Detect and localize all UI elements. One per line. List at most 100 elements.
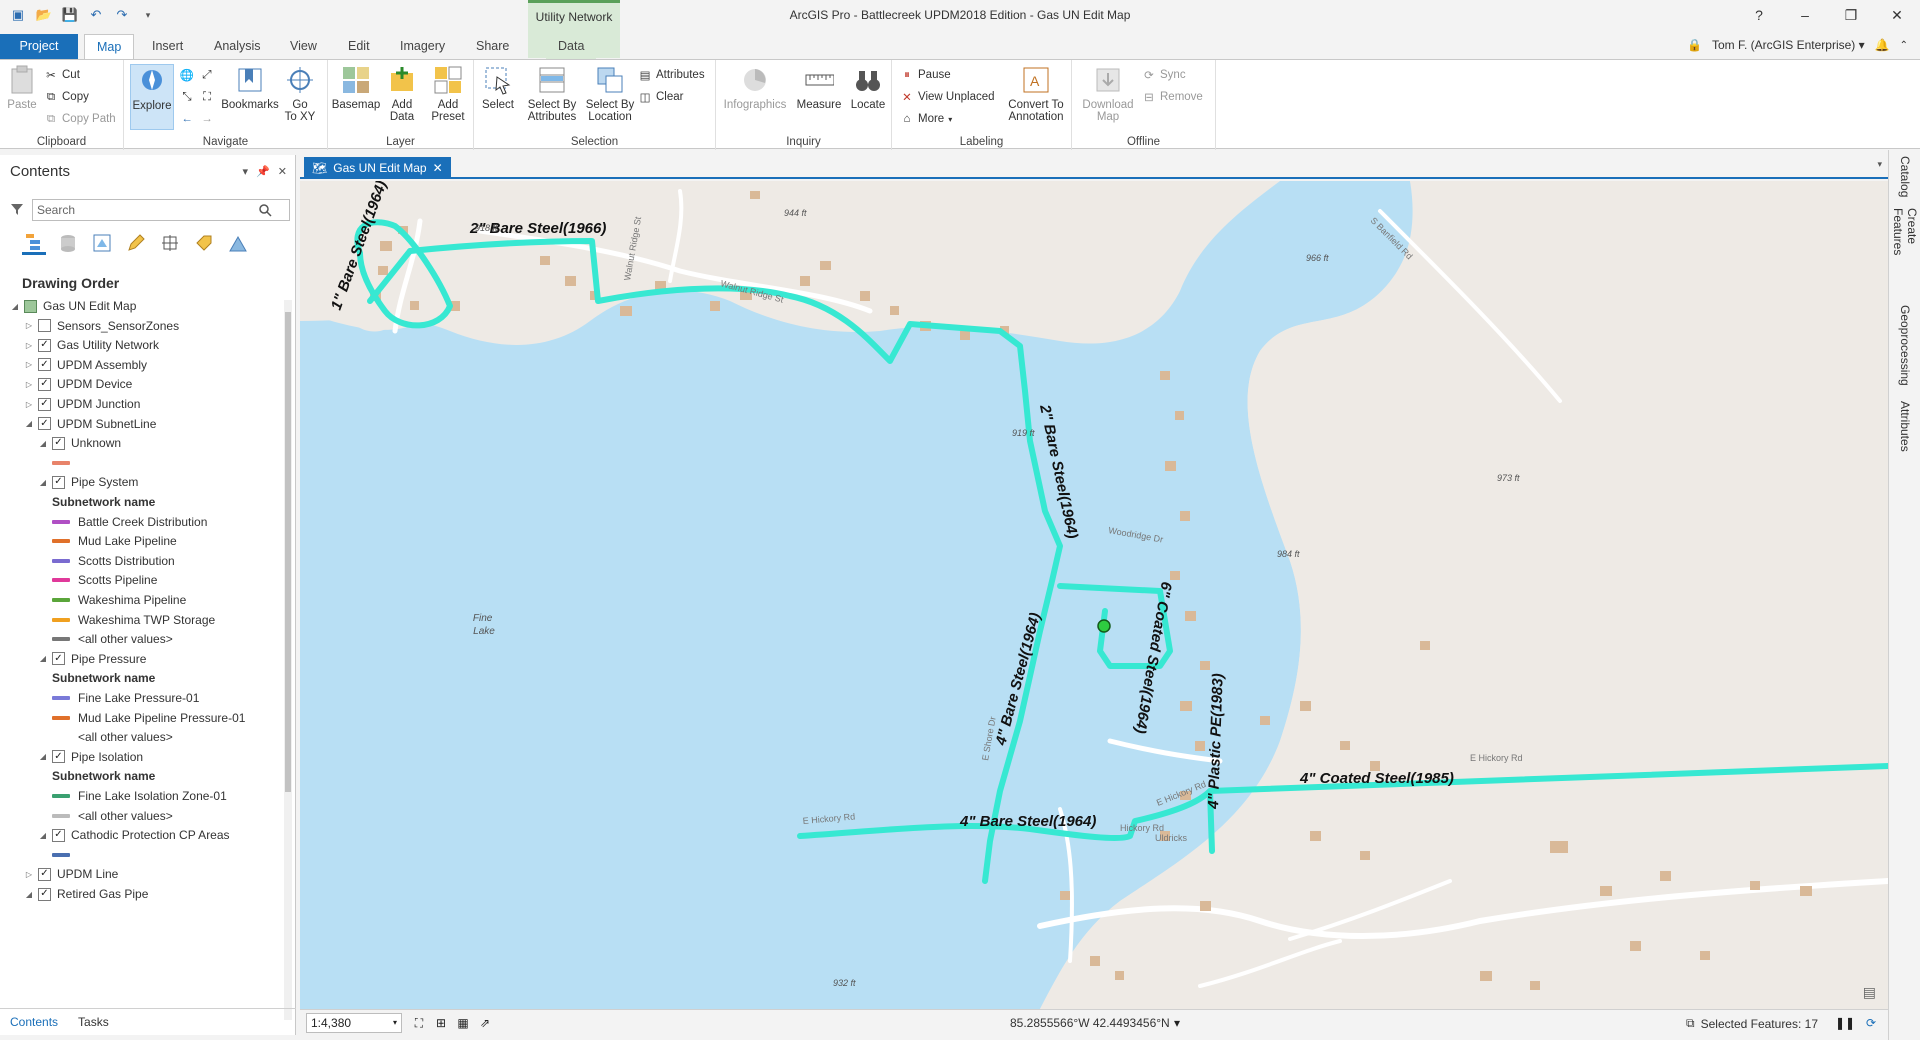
layer-visibility-checkbox[interactable]: ✓ bbox=[52, 475, 65, 489]
select-by-attributes-button[interactable]: Select By Attributes bbox=[524, 64, 580, 123]
copy-path-button[interactable]: ⧉ Copy Path bbox=[44, 110, 116, 128]
layer-row[interactable]: ▷ Sensors_SensorZones bbox=[24, 317, 179, 335]
map-tab-dropdown-icon[interactable]: ▾ bbox=[1877, 159, 1882, 170]
pause-labeling-button[interactable]: ⏸ Pause bbox=[900, 66, 950, 84]
refresh-icon[interactable]: ⟳ bbox=[1862, 1014, 1880, 1032]
layer-row[interactable]: ▷ ✓ Gas Utility Network bbox=[24, 336, 159, 354]
layer-visibility-checkbox[interactable]: ✓ bbox=[52, 750, 65, 764]
selected-junction[interactable] bbox=[1097, 619, 1111, 633]
search-icon[interactable] bbox=[258, 203, 272, 220]
layer-row[interactable]: ◢ Gas UN Edit Map bbox=[10, 297, 136, 315]
go-to-xy-button[interactable]: Go To XY bbox=[280, 64, 320, 123]
measure-button[interactable]: Measure bbox=[794, 64, 844, 111]
layer-visibility-checkbox[interactable]: ✓ bbox=[38, 338, 51, 352]
notification-bell-icon[interactable]: 🔔 bbox=[1875, 38, 1890, 52]
infographics-button[interactable]: Infographics bbox=[722, 64, 788, 111]
close-button[interactable]: ✕ bbox=[1874, 0, 1920, 30]
tab-map[interactable]: Map bbox=[84, 34, 135, 59]
layer-visibility-checkbox[interactable]: ✓ bbox=[38, 397, 51, 411]
collapse-arrow-icon[interactable]: ◢ bbox=[38, 831, 48, 840]
map-svg[interactable]: 2" Bare Steel(1966) 1" Bare Steel(1964) … bbox=[300, 181, 1888, 1009]
collapse-arrow-icon[interactable]: ◢ bbox=[38, 654, 48, 663]
expand-arrow-icon[interactable]: ▷ bbox=[24, 341, 34, 350]
remove-button[interactable]: ⊟ Remove bbox=[1142, 88, 1203, 106]
list-by-drawing-order-icon[interactable] bbox=[22, 231, 46, 255]
contents-scrollbar[interactable] bbox=[284, 300, 292, 1020]
tab-data[interactable]: Data bbox=[546, 34, 597, 59]
layer-visibility-checkbox[interactable]: ✓ bbox=[52, 828, 65, 842]
create-features-dock-tab[interactable]: Create Features bbox=[1889, 208, 1920, 294]
layer-visibility-checkbox[interactable] bbox=[38, 319, 51, 333]
layer-visibility-checkbox[interactable]: ✓ bbox=[38, 358, 51, 372]
contents-search-input[interactable] bbox=[32, 199, 290, 221]
layer-visibility-checkbox[interactable]: ✓ bbox=[38, 377, 51, 391]
list-by-snapping-icon[interactable] bbox=[158, 231, 182, 255]
expand-arrow-icon[interactable]: ▷ bbox=[24, 360, 34, 369]
layer-row[interactable]: ◢ ✓ UPDM SubnetLine bbox=[24, 415, 156, 433]
expand-arrow-icon[interactable]: ▷ bbox=[24, 380, 34, 389]
map-canvas[interactable]: 2" Bare Steel(1966) 1" Bare Steel(1964) … bbox=[300, 181, 1888, 1009]
pause-drawing-icon[interactable]: ❚❚ bbox=[1835, 1014, 1855, 1032]
list-by-labeling-icon[interactable] bbox=[192, 231, 216, 255]
add-data-button[interactable]: Add Data bbox=[382, 64, 422, 123]
clear-selection-button[interactable]: ◫ Clear bbox=[638, 88, 684, 106]
user-name[interactable]: Tom F. (ArcGIS Enterprise) ▾ bbox=[1712, 38, 1865, 52]
tab-analysis[interactable]: Analysis bbox=[202, 34, 273, 59]
expand-arrow-icon[interactable]: ▷ bbox=[24, 400, 34, 409]
layer-row[interactable]: ◢ ✓ Cathodic Protection CP Areas bbox=[38, 826, 230, 844]
pin-icon[interactable]: 📌 bbox=[256, 165, 270, 178]
layer-row[interactable]: ▷ ✓ UPDM Junction bbox=[24, 395, 140, 413]
cut-button[interactable]: ✂ Cut bbox=[44, 66, 80, 84]
locate-button[interactable]: Locate bbox=[848, 64, 888, 111]
list-by-selection-icon[interactable] bbox=[90, 231, 114, 255]
layer-visibility-checkbox[interactable]: ✓ bbox=[38, 417, 51, 431]
layer-row[interactable]: ▷ ✓ UPDM Assembly bbox=[24, 356, 147, 374]
view-unplaced-button[interactable]: ✕ View Unplaced bbox=[900, 88, 994, 106]
previous-extent-icon[interactable]: ← bbox=[180, 110, 194, 128]
contents-scrollbar-thumb[interactable] bbox=[285, 312, 291, 792]
explore-button[interactable]: Explore bbox=[130, 64, 174, 130]
map-notes-icon[interactable]: ▤ bbox=[1863, 984, 1876, 1001]
geoprocessing-dock-tab[interactable]: Geoprocessing bbox=[1889, 302, 1920, 388]
layer-visibility-checkbox[interactable]: ✓ bbox=[38, 867, 51, 881]
more-labeling-button[interactable]: ⌂ More ▾ bbox=[900, 110, 953, 128]
tab-view[interactable]: View bbox=[278, 34, 329, 59]
layer-row[interactable]: ◢ ✓ Pipe Isolation bbox=[38, 748, 143, 766]
filter-icon[interactable] bbox=[10, 202, 24, 219]
help-button[interactable]: ? bbox=[1736, 0, 1782, 30]
expand-arrow-icon[interactable]: ▷ bbox=[24, 321, 34, 330]
collapse-arrow-icon[interactable]: ◢ bbox=[24, 419, 34, 428]
attributes-dock-tab[interactable]: Attributes bbox=[1889, 396, 1920, 456]
list-by-editing-icon[interactable] bbox=[124, 231, 148, 255]
layer-row[interactable]: ▷ ✓ UPDM Device bbox=[24, 375, 132, 393]
north-arrow-status-icon[interactable]: ⇗ bbox=[476, 1014, 494, 1032]
coordinate-format-dropdown-icon[interactable]: ▾ bbox=[1168, 1014, 1186, 1032]
collapse-arrow-icon[interactable]: ◢ bbox=[38, 752, 48, 761]
layer-row[interactable]: ◢ ✓ Unknown bbox=[38, 434, 121, 452]
layer-visibility-checkbox[interactable]: ✓ bbox=[38, 887, 51, 901]
tab-edit[interactable]: Edit bbox=[336, 34, 382, 59]
close-map-tab-icon[interactable]: ✕ bbox=[433, 161, 443, 175]
add-preset-button[interactable]: Add Preset bbox=[426, 64, 470, 123]
fixed-zoom-out-icon[interactable]: ⤡ bbox=[180, 88, 194, 106]
collapse-arrow-icon[interactable]: ◢ bbox=[38, 439, 48, 448]
tab-contents[interactable]: Contents bbox=[0, 1009, 68, 1034]
fixed-zoom-in-icon[interactable]: ⤢ bbox=[200, 66, 214, 84]
layer-row[interactable]: ◢ ✓ Retired Gas Pipe bbox=[24, 885, 148, 903]
layer-visibility-checkbox[interactable]: ✓ bbox=[52, 436, 65, 450]
tab-imagery[interactable]: Imagery bbox=[388, 34, 457, 59]
snapping-status-icon[interactable]: ⊞ bbox=[432, 1014, 450, 1032]
close-pane-icon[interactable]: ✕ bbox=[278, 165, 287, 178]
select-by-location-button[interactable]: Select By Location bbox=[582, 64, 638, 123]
full-extent-icon[interactable]: 🌐 bbox=[180, 66, 194, 84]
list-by-data-source-icon[interactable] bbox=[56, 231, 80, 255]
tab-share[interactable]: Share bbox=[464, 34, 521, 59]
map-view-tab[interactable]: 🗺 Gas UN Edit Map ✕ bbox=[304, 157, 451, 179]
scale-dropdown[interactable]: 1:4,380 ▾ bbox=[306, 1013, 402, 1033]
collapse-arrow-icon[interactable]: ◢ bbox=[38, 478, 48, 487]
select-button[interactable]: Select bbox=[480, 64, 516, 111]
layer-row[interactable]: ◢ ✓ Pipe System bbox=[38, 473, 138, 491]
attributes-button[interactable]: ▤ Attributes bbox=[638, 66, 705, 84]
catalog-dock-tab[interactable]: Catalog bbox=[1889, 154, 1920, 200]
minimize-button[interactable]: – bbox=[1782, 0, 1828, 30]
